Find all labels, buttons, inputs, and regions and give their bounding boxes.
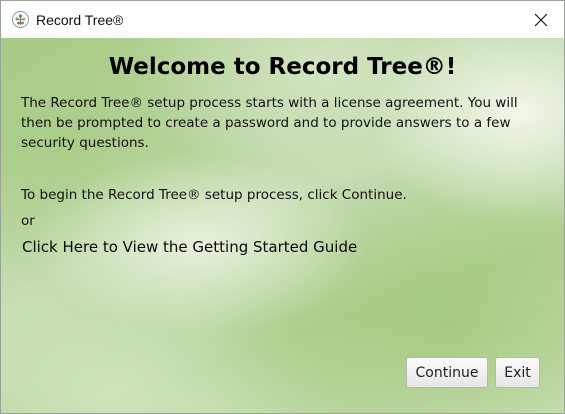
- welcome-panel: Welcome to Record Tree®! The Record Tree…: [1, 38, 564, 413]
- tree-icon: [12, 11, 29, 28]
- page-title: Welcome to Record Tree®!: [108, 54, 457, 80]
- intro-text: The Record Tree® setup process starts wi…: [21, 95, 518, 151]
- window-title: Record Tree®: [36, 12, 124, 28]
- begin-instructions: To begin the Record Tree® setup process,…: [21, 187, 407, 203]
- close-button[interactable]: [518, 1, 564, 38]
- title-bar[interactable]: Record Tree®: [1, 1, 564, 38]
- continue-button[interactable]: Continue: [406, 357, 488, 388]
- close-icon: [534, 13, 548, 27]
- setup-window: Record Tree® Welcome to Record Tree®! Th…: [0, 0, 565, 414]
- exit-button[interactable]: Exit: [495, 357, 540, 388]
- or-text: or: [21, 213, 35, 229]
- getting-started-guide-link[interactable]: Click Here to View the Getting Started G…: [22, 236, 357, 258]
